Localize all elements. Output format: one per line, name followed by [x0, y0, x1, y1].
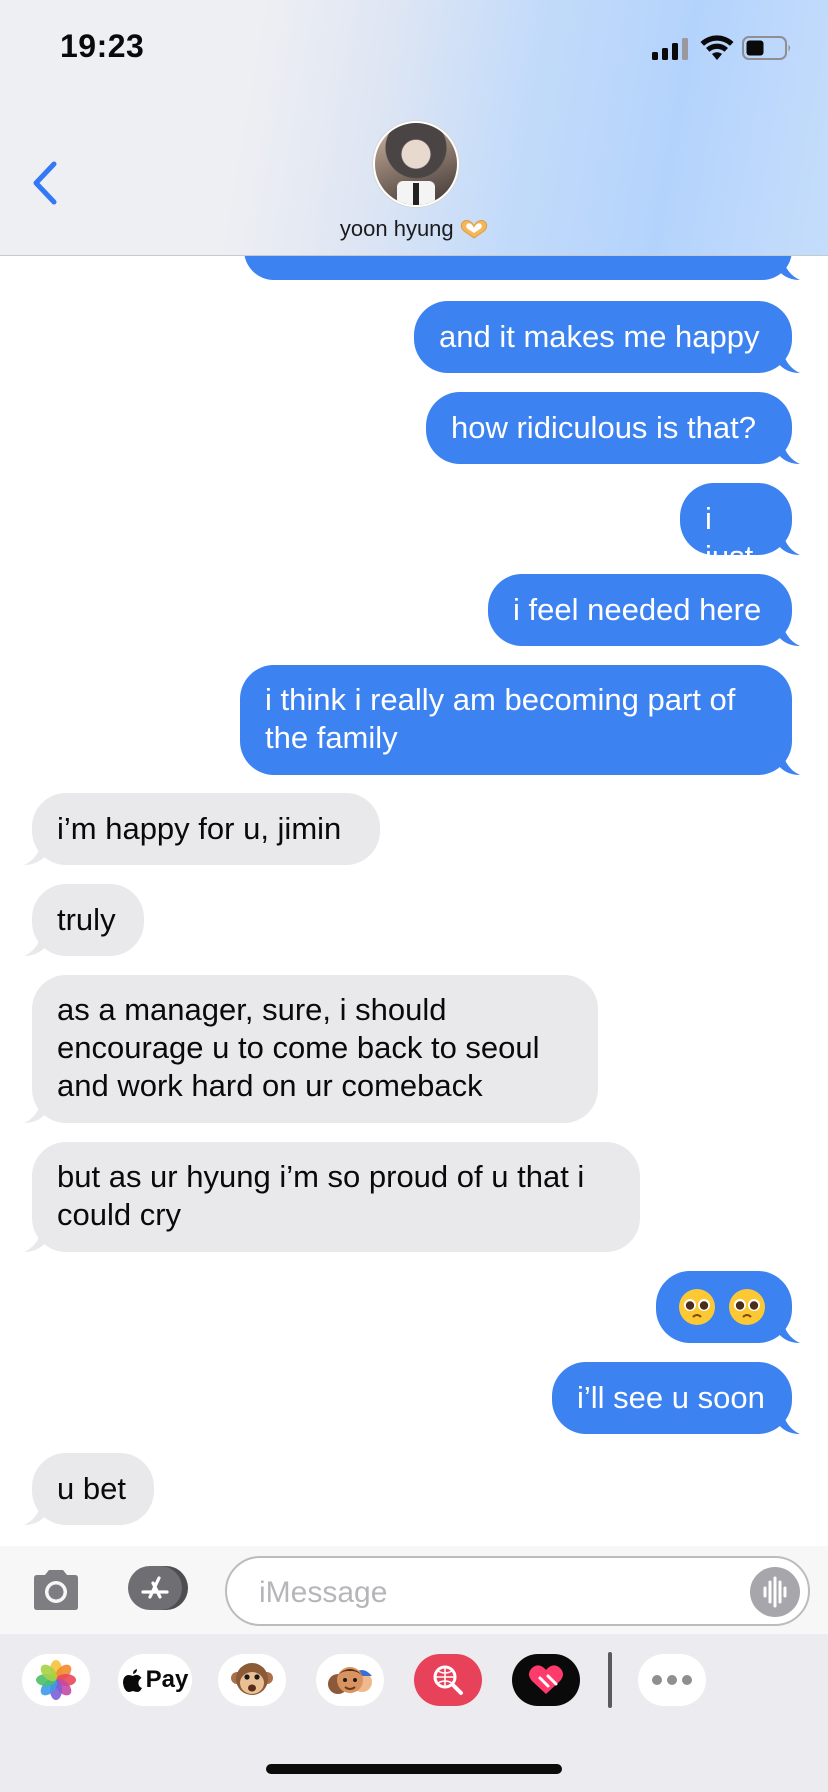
contact-name-row[interactable]: yoon hyung [0, 216, 828, 242]
memoji-icon [328, 1667, 372, 1694]
wifi-icon [700, 35, 734, 60]
message-bubble-incoming[interactable]: truly [24, 884, 144, 956]
pleading-face-emoji-icon [679, 1289, 765, 1325]
message-bubble-incoming[interactable]: i’m happy for u, jimin [24, 793, 380, 865]
digital-touch-icon [529, 1665, 563, 1694]
drawer-divider [608, 1652, 612, 1708]
contact-avatar[interactable] [373, 121, 459, 207]
message-input-field[interactable] [225, 1556, 810, 1626]
conversation-header: 19:23 yoon hyung [0, 0, 828, 256]
message-text: and it makes me happy [439, 319, 760, 354]
image-search-button[interactable] [414, 1654, 482, 1706]
more-icon [652, 1675, 692, 1685]
cellular-signal-icon [652, 38, 688, 60]
animoji-button[interactable] [218, 1654, 286, 1706]
message-bubble-outgoing[interactable] [656, 1271, 800, 1343]
message-text: i feel needed here [513, 592, 762, 627]
message-thread[interactable]: and it makes me happy how ridiculous is … [0, 240, 828, 1546]
contact-name: yoon hyung [339, 216, 454, 241]
more-apps-button[interactable] [638, 1654, 706, 1706]
message-text: truly [57, 902, 116, 937]
message-text: but as ur hyung i’m so proud of u that i… [57, 1159, 585, 1232]
message-text: i just [705, 501, 754, 574]
compose-bar [0, 1546, 828, 1634]
memoji-button[interactable] [316, 1654, 384, 1706]
heart-hands-emoji-icon [460, 220, 488, 239]
animoji-icon [231, 1663, 273, 1695]
message-bubble-outgoing[interactable]: i’ll see u soon [552, 1362, 800, 1434]
message-input[interactable] [257, 1570, 721, 1616]
message-text: i’m happy for u, jimin [57, 811, 342, 846]
message-text: u bet [57, 1471, 126, 1506]
digital-touch-button[interactable] [512, 1654, 580, 1706]
message-text: i think i really am becoming part of the… [265, 682, 736, 755]
message-bubble-incoming[interactable]: u bet [24, 1453, 154, 1525]
message-bubble-outgoing[interactable]: and it makes me happy [414, 301, 800, 373]
audio-waveform-icon[interactable] [750, 1567, 800, 1617]
message-text: how ridiculous is that? [451, 410, 756, 445]
image-search-icon [433, 1665, 463, 1695]
message-bubble-incoming[interactable]: but as ur hyung i’m so proud of u that i… [24, 1142, 640, 1252]
imessage-app-drawer: Pay [0, 1634, 828, 1792]
pleading-face-emoji [678, 1288, 767, 1335]
message-text: i’ll see u soon [577, 1380, 765, 1415]
message-text: as a manager, sure, i should encourage u… [57, 992, 540, 1103]
message-bubble-outgoing[interactable]: i think i really am becoming part of the… [240, 665, 800, 775]
message-bubble-outgoing[interactable]: i feel needed here [488, 574, 800, 646]
message-bubble-outgoing[interactable]: i just [680, 483, 800, 574]
home-indicator[interactable] [266, 1764, 562, 1774]
app-store-icon[interactable] [126, 1564, 190, 1612]
apple-logo-icon [122, 1669, 142, 1692]
message-bubble-outgoing[interactable]: how ridiculous is that? [426, 392, 800, 464]
apple-pay-button[interactable]: Pay [118, 1654, 192, 1706]
camera-icon[interactable] [30, 1568, 82, 1612]
back-chevron-icon[interactable] [30, 160, 62, 206]
photos-icon [36, 1660, 76, 1700]
apple-pay-label: Pay [145, 1666, 189, 1693]
status-time: 19:23 [60, 28, 145, 64]
photos-app-button[interactable] [22, 1654, 90, 1706]
message-bubble-incoming[interactable]: as a manager, sure, i should encourage u… [24, 975, 598, 1123]
battery-icon [742, 36, 790, 60]
